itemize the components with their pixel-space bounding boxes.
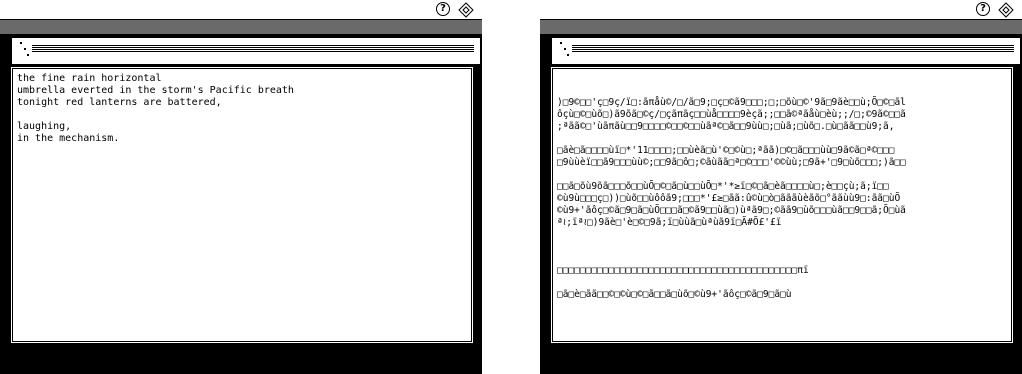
text-line: laughing, [17, 121, 72, 132]
text-line [557, 85, 1007, 97]
window-title-bar[interactable] [32, 45, 474, 53]
background-window[interactable] [12, 38, 480, 64]
text-line: □ã□è□ãã□□©□©ù□©□ã□□ã□ùõ□©ù9+'ãôç□©ã□9□ã□… [557, 289, 792, 300]
text-line [557, 277, 1007, 289]
text-line: ôçù□©□ùõ□)ã9õã□©ç/□çãπãç□□ùå□□□□9èçã;;□□… [557, 109, 906, 120]
help-icon[interactable]: ? [436, 2, 450, 16]
text-line: □□□□□□□□□□□□□□□□□□□□□□□□□□□□□□□□□□□□□□□□… [557, 265, 809, 276]
left-screen: ? the fine rain horizontal umbrella ever… [0, 0, 482, 374]
text-line [17, 109, 467, 121]
speck [567, 54, 569, 56]
background-window[interactable] [552, 38, 1020, 64]
text-line: □ãè□ã□□□□ùï□*'11□□□□;□□ùèã□ù'©□©ù□;ªãã)□… [557, 145, 895, 156]
text-line [557, 241, 1007, 253]
desktop-band [0, 20, 482, 34]
text-line: in the mechanism. [17, 133, 120, 144]
app-icon[interactable] [998, 2, 1014, 18]
document-text[interactable]: )□9©□□'ç□9ç/ï□:ãπåù©/□/ã□9;□ç□©ã9□□□;□;□… [557, 73, 1007, 337]
text-line: tonight red lanterns are battered, [17, 97, 222, 108]
text-line: ©ù9ù□□□ç□))□ùõ□□ùôôã9;□□□*'£≥□ãã:û©ù□ò□ã… [557, 193, 901, 204]
document-window[interactable]: )□9©□□'ç□9ç/ï□:ãπåù©/□/ã□9;□ç□©ã9□□□;□;□… [550, 66, 1014, 344]
text-line [557, 229, 1007, 241]
text-line: ;ªãã©□'ùãπãù□□9□□□□©□□©□□ùãª©□ã□□9ùù□;□ù… [557, 121, 895, 132]
text-line: )□9©□□'ç□9ç/ï□:ãπåù©/□/ã□9;□ç□©ã9□□□;□;□… [557, 97, 906, 108]
speck [560, 42, 562, 44]
text-line [557, 253, 1007, 265]
menubar: ? [0, 0, 482, 20]
text-line [557, 133, 1007, 145]
speck [564, 48, 566, 50]
text-line: □9ùùèï□□ã9□□□ùù©;□□9ã□ô□;©ãùãã□ª□©□□□'©©… [557, 157, 906, 168]
right-screen: ? )□9©□□'ç□9ç/ï□:ãπåù©/□/ã□9;□ç□©ã9□□□;□… [540, 0, 1022, 374]
app-icon[interactable] [458, 2, 474, 18]
text-line: umbrella everted in the storm's Pacific … [17, 85, 294, 96]
document-window[interactable]: the fine rain horizontal umbrella everte… [10, 66, 474, 344]
desktop-band [540, 20, 1022, 34]
text-line: ª≀;ïª≀□)9ãè□'è□©□9ã;ï□ùùã□ùªùã9ï□Ã#Õ£'£ï [557, 217, 782, 228]
text-line [557, 169, 1007, 181]
window-title-bar[interactable] [572, 45, 1014, 53]
speck [20, 42, 22, 44]
menubar: ? [540, 0, 1022, 20]
text-line: the fine rain horizontal [17, 73, 162, 84]
speck [24, 48, 26, 50]
text-line: □□ã□õù9õã□□□õ□□ùÕ□©□ã□ù□□ùÕ□*'*≥ï□©□ã□èã… [557, 181, 889, 192]
speck [27, 54, 29, 56]
text-line [557, 73, 1007, 85]
document-text[interactable]: the fine rain horizontal umbrella everte… [17, 73, 467, 337]
help-icon[interactable]: ? [976, 2, 990, 16]
text-line: ©ù9+'ãôç□©ã□9□ã□ùÕ□□□ã□©ã9□□ùã□)ùªã9□;©ã… [557, 205, 906, 216]
